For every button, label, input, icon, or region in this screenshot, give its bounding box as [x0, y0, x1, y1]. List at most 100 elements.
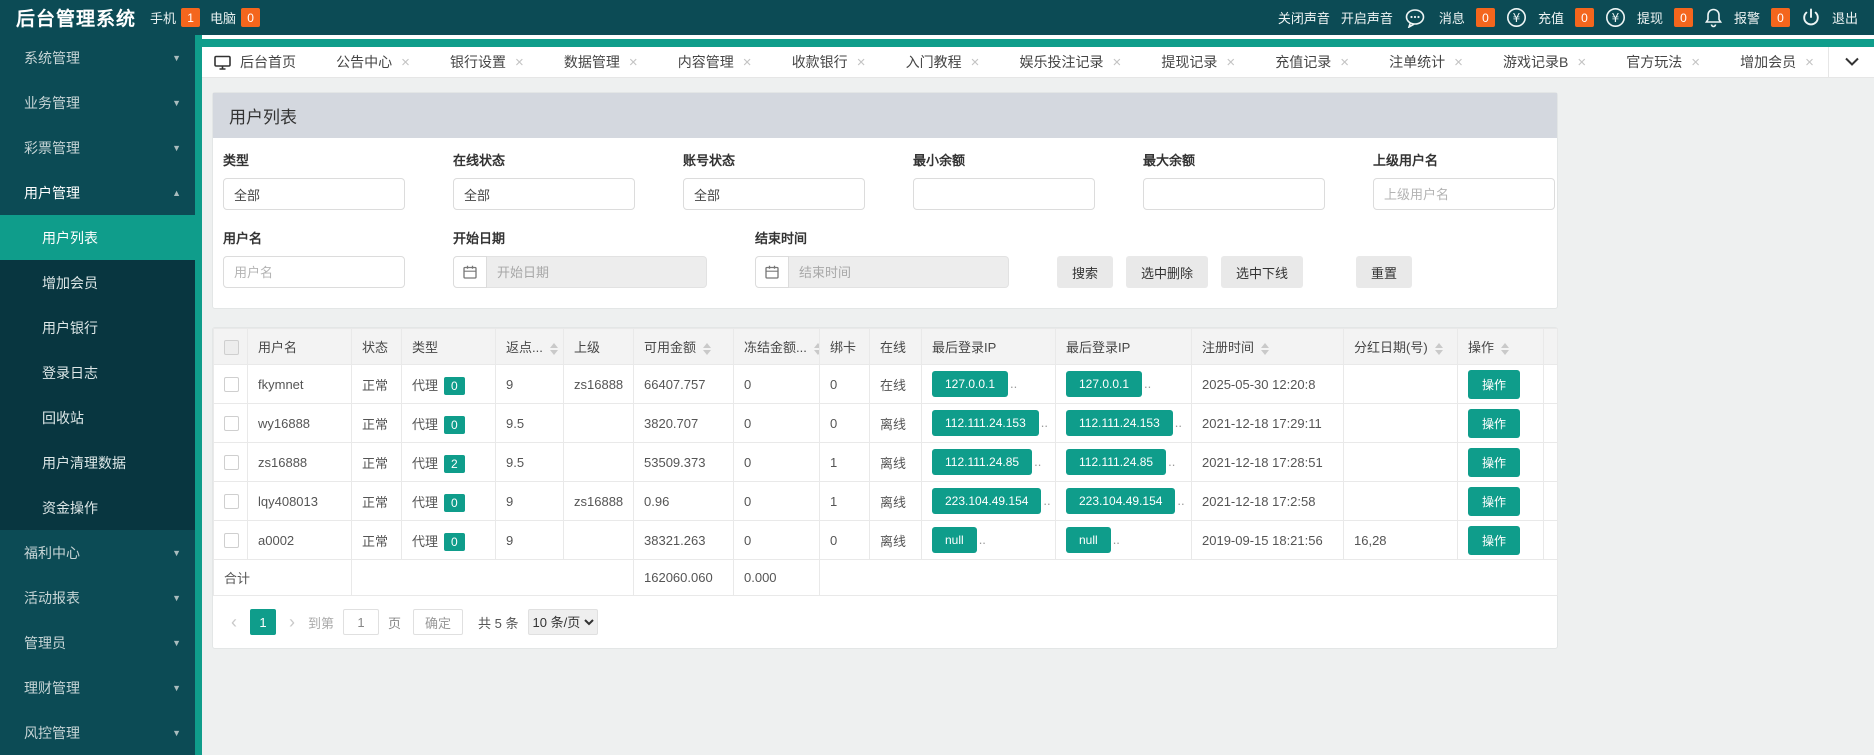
sidebar-subitem[interactable]: 用户清理数据 — [0, 440, 195, 485]
start-date-filter-calendar-button[interactable] — [453, 256, 487, 288]
end-time-filter-input[interactable] — [789, 256, 1009, 288]
last-login-ip-button[interactable]: 112.111.24.153 — [1066, 410, 1173, 436]
sidebar-subitem[interactable]: 登录日志 — [0, 350, 195, 395]
start-date-filter-input[interactable] — [487, 256, 707, 288]
sidebar-subitem[interactable]: 用户银行 — [0, 305, 195, 350]
logout-button[interactable]: 退出 — [1832, 8, 1858, 27]
row-checkbox[interactable] — [224, 533, 239, 548]
tab-close-icon[interactable]: × — [1454, 54, 1463, 71]
last-login-ip-button[interactable]: 223.104.49.154 — [1066, 488, 1175, 514]
tab-item[interactable]: 后台首页 — [214, 52, 296, 72]
row-checkbox[interactable] — [224, 416, 239, 431]
tab-item[interactable]: 入门教程× — [906, 52, 980, 72]
goto-page-input[interactable] — [343, 609, 379, 635]
delete-selected-button[interactable]: 选中删除 — [1126, 256, 1208, 288]
sidebar-item[interactable]: 风控管理▼ — [0, 710, 195, 755]
sidebar-item[interactable]: 活动报表▼ — [0, 575, 195, 620]
tab-item[interactable]: 娱乐投注记录× — [1019, 52, 1121, 72]
tab-close-icon[interactable]: × — [515, 54, 524, 71]
last-login-ip-button[interactable]: 112.111.24.85 — [932, 449, 1032, 475]
last-login-ip-button[interactable]: 112.111.24.85 — [1066, 449, 1166, 475]
tab-item[interactable]: 充值记录× — [1275, 52, 1349, 72]
last-login-ip-button[interactable]: 127.0.0.1 — [932, 371, 1008, 397]
online-status-filter[interactable]: 全部 — [453, 178, 635, 210]
tab-close-icon[interactable]: × — [401, 54, 410, 71]
row-checkbox[interactable] — [224, 377, 239, 392]
last-login-ip-button[interactable]: 127.0.0.1 — [1066, 371, 1142, 397]
tab-item[interactable]: 官方玩法× — [1626, 52, 1700, 72]
row-action-button[interactable]: 操作 — [1468, 409, 1520, 438]
tab-item[interactable]: 游戏记录B× — [1503, 52, 1586, 72]
goto-confirm-button[interactable]: 确定 — [413, 609, 463, 635]
sidebar-item[interactable]: 业务管理▼ — [0, 80, 195, 125]
sidebar-item[interactable]: 理财管理▼ — [0, 665, 195, 710]
row-action-button[interactable]: 操作 — [1468, 526, 1520, 555]
sidebar-item[interactable]: 管理员▼ — [0, 620, 195, 665]
account-status-filter[interactable]: 全部 — [683, 178, 865, 210]
tab-close-icon[interactable]: × — [1226, 54, 1235, 71]
row-checkbox[interactable] — [224, 455, 239, 470]
sidebar-subitem[interactable]: 回收站 — [0, 395, 195, 440]
row-action-button[interactable]: 操作 — [1468, 487, 1520, 516]
max-balance-filter[interactable] — [1143, 178, 1325, 210]
tab-item[interactable]: 收款银行× — [792, 52, 866, 72]
last-login-ip-button[interactable]: 112.111.24.153 — [932, 410, 1039, 436]
messages-button[interactable]: 消息 — [1439, 8, 1465, 27]
parent-user-filter[interactable] — [1373, 178, 1555, 210]
tab-close-icon[interactable]: × — [629, 54, 638, 71]
tab-close-icon[interactable]: × — [857, 54, 866, 71]
withdraw-button[interactable]: 提现 — [1637, 8, 1663, 27]
alarm-button[interactable]: 报警 — [1734, 8, 1760, 27]
search-button[interactable]: 搜索 — [1057, 256, 1113, 288]
sidebar-subitem[interactable]: 资金操作 — [0, 485, 195, 530]
row-checkbox[interactable] — [224, 494, 239, 509]
tab-item[interactable]: 注单统计× — [1389, 52, 1463, 72]
tab-close-icon[interactable]: × — [971, 54, 980, 71]
per-page-select[interactable]: 10 条/页 — [528, 609, 598, 635]
offline-selected-button[interactable]: 选中下线 — [1221, 256, 1303, 288]
sort-icon[interactable] — [1501, 343, 1509, 355]
sort-icon[interactable] — [550, 343, 558, 355]
last-login-ip-button[interactable]: null — [1066, 527, 1111, 553]
reset-button[interactable]: 重置 — [1356, 256, 1412, 288]
username-filter[interactable] — [223, 256, 405, 288]
sort-icon[interactable] — [1435, 343, 1443, 355]
sidebar-item[interactable]: 用户管理▲ — [0, 170, 195, 215]
sound-on-button[interactable]: 开启声音 — [1341, 8, 1393, 27]
type-filter[interactable]: 全部 — [223, 178, 405, 210]
sidebar-item[interactable]: 系统管理▼ — [0, 35, 195, 80]
tab-overflow-button[interactable] — [1828, 47, 1874, 77]
tab-close-icon[interactable]: × — [1805, 54, 1814, 71]
row-action-button[interactable]: 操作 — [1468, 370, 1520, 399]
tab-item[interactable]: 提现记录× — [1161, 52, 1235, 72]
tab-close-icon[interactable]: × — [1691, 54, 1700, 71]
tab-close-icon[interactable]: × — [1112, 54, 1121, 71]
next-page-button[interactable]: › — [285, 612, 299, 633]
tab-close-icon[interactable]: × — [1577, 54, 1586, 71]
current-page-button[interactable]: 1 — [250, 609, 276, 635]
tab-item[interactable]: 内容管理× — [678, 52, 752, 72]
recharge-button[interactable]: 充值 — [1538, 8, 1564, 27]
sidebar-subitem[interactable]: 用户列表 — [0, 215, 195, 260]
sidebar-item[interactable]: 彩票管理▼ — [0, 125, 195, 170]
prev-page-button[interactable]: ‹ — [227, 612, 241, 633]
row-action-button[interactable]: 操作 — [1468, 448, 1520, 477]
sort-icon[interactable] — [814, 343, 820, 355]
tab-item[interactable]: 增加会员× — [1740, 52, 1814, 72]
tab-item[interactable]: 银行设置× — [450, 52, 524, 72]
end-time-filter-calendar-button[interactable] — [755, 256, 789, 288]
svg-text:¥: ¥ — [1513, 11, 1521, 25]
select-all-checkbox[interactable] — [224, 340, 239, 355]
tab-close-icon[interactable]: × — [1340, 54, 1349, 71]
last-login-ip-button[interactable]: 223.104.49.154 — [932, 488, 1041, 514]
sound-off-button[interactable]: 关闭声音 — [1278, 8, 1330, 27]
sidebar-subitem[interactable]: 增加会员 — [0, 260, 195, 305]
tab-close-icon[interactable]: × — [743, 54, 752, 71]
sort-icon[interactable] — [1261, 343, 1269, 355]
sort-icon[interactable] — [703, 343, 711, 355]
min-balance-filter[interactable] — [913, 178, 1095, 210]
tab-item[interactable]: 公告中心× — [336, 52, 410, 72]
tab-item[interactable]: 数据管理× — [564, 52, 638, 72]
last-login-ip-button[interactable]: null — [932, 527, 977, 553]
sidebar-item[interactable]: 福利中心▼ — [0, 530, 195, 575]
